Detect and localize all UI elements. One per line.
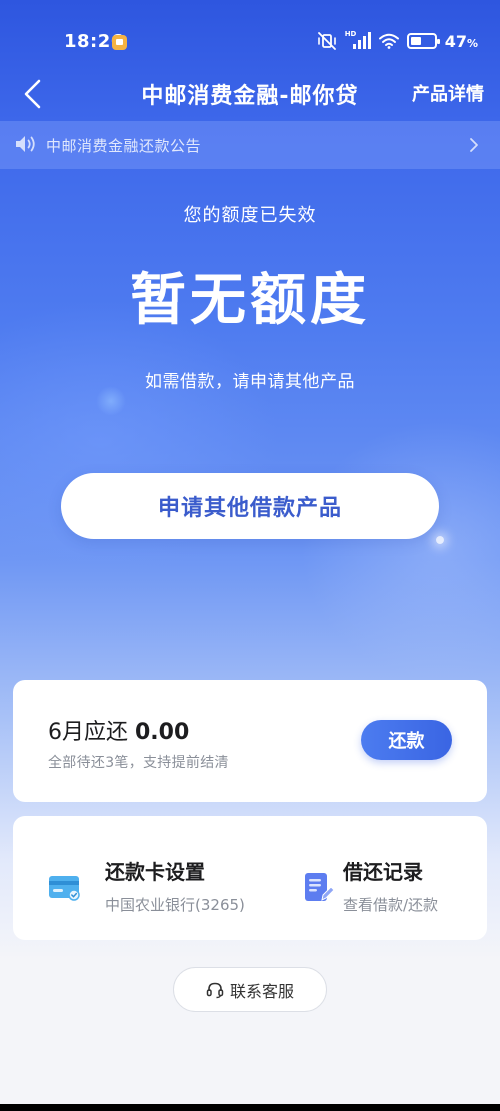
repay-button[interactable]: 还款 — [361, 720, 452, 760]
repayment-amount-line: 6月应还 0.00 — [48, 714, 189, 746]
signal-hd-label: HD — [344, 30, 357, 38]
contact-service-button[interactable]: 联系客服 — [173, 967, 327, 1012]
battery-icon — [406, 33, 440, 49]
battery-level — [410, 37, 421, 45]
notice-bar[interactable]: 中邮消费金融还款公告 — [0, 121, 500, 169]
tool-desc: 中国农业银行(3265) — [105, 896, 245, 914]
quota-hint: 如需借款，请申请其他产品 — [145, 372, 355, 392]
bottom-edge — [0, 1104, 500, 1111]
repayment-card: 6月应还 0.00 全部待还3笔，支持提前结清 还款 — [13, 680, 487, 802]
notice-text: 中邮消费金融还款公告 — [46, 137, 202, 155]
notification-icon — [112, 35, 127, 50]
chevron-right-icon — [470, 138, 478, 152]
contact-service-label: 联系客服 — [229, 981, 294, 1001]
status-icons: HD 47% — [317, 30, 478, 52]
apply-other-products-button[interactable]: 申请其他借款产品 — [61, 473, 439, 539]
loan-repayment-records[interactable]: 借还记录 查看借款/还款 — [253, 816, 487, 940]
battery-percent: 47% — [445, 32, 478, 51]
product-detail-link[interactable]: 产品详情 — [412, 80, 484, 106]
signal-icon: HD — [344, 30, 371, 50]
repayment-amount: 0.00 — [135, 720, 190, 745]
document-icon — [305, 873, 335, 901]
tools-card: 还款卡设置 中国农业银行(3265) 借还记录 查看借款/还款 — [13, 816, 487, 940]
nav-bar: 中邮消费金融-邮你贷 产品详情 — [0, 70, 500, 118]
background-sparkle — [436, 536, 444, 544]
status-bar: 18:26 HD 47% — [0, 0, 500, 70]
vibrate-mute-icon — [317, 32, 336, 50]
background-glow — [300, 420, 500, 680]
tool-name: 借还记录 — [343, 860, 423, 884]
quota-status-text: 您的额度已失效 — [183, 205, 317, 226]
wifi-icon — [378, 33, 399, 49]
tool-desc: 查看借款/还款 — [343, 896, 439, 914]
battery-percent-unit: % — [466, 36, 478, 50]
repayment-summary: 全部待还3笔，支持提前结清 — [48, 755, 229, 771]
repayment-card-settings[interactable]: 还款卡设置 中国农业银行(3265) — [13, 816, 253, 940]
tool-name: 还款卡设置 — [105, 860, 205, 884]
repayment-month-label: 6月应还 — [48, 720, 128, 745]
bank-card-icon — [49, 876, 80, 901]
battery-percent-value: 47 — [444, 31, 467, 51]
headset-icon — [206, 982, 224, 998]
quota-headline: 暂无额度 — [130, 268, 370, 333]
speaker-icon — [16, 136, 35, 152]
